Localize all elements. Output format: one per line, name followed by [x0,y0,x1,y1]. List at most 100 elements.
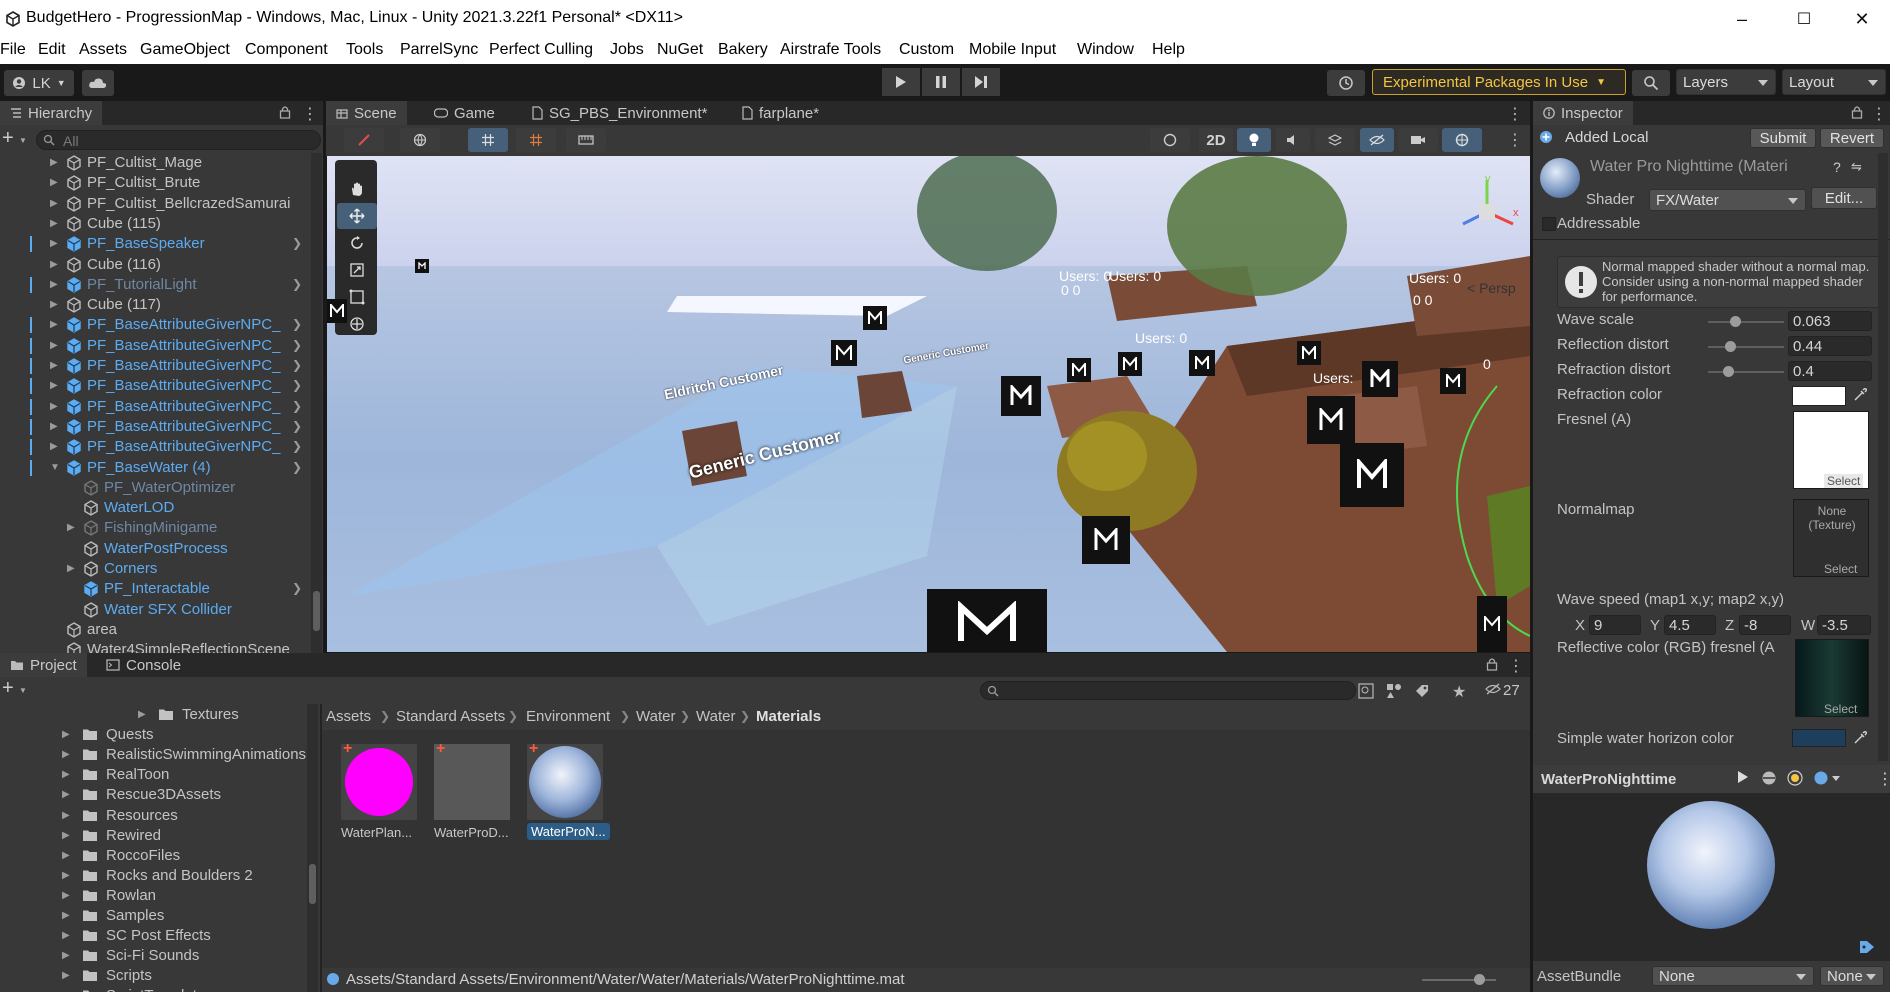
tab-console[interactable]: Console [96,653,191,677]
breadcrumb-water[interactable]: Water [636,708,675,725]
foldout-collapsed-icon[interactable]: ▶ [62,890,70,901]
gizmo-globe-button[interactable] [400,128,440,152]
eyedropper-icon[interactable] [1853,731,1867,745]
search-by-type-icon[interactable] [1358,683,1374,699]
foldout-collapsed-icon[interactable]: ▶ [62,749,70,760]
hierarchy-item[interactable]: ▶ PF_BaseAttributeGiverNPC_ ❯ [0,397,323,417]
chevron-down-icon[interactable]: ▼ [19,686,27,695]
add-icon[interactable]: + [2,127,14,150]
fresnel-texture-slot[interactable]: Select [1793,411,1869,489]
foldout-expanded-icon[interactable]: ▼ [50,462,60,473]
tab-sg-pbs-environment[interactable]: SG_PBS_Environment* [521,101,717,125]
hierarchy-item[interactable]: ▶ PF_BaseAttributeGiverNPC_ ❯ [0,376,323,396]
menu-parrelsync[interactable]: ParrelSync [400,41,478,59]
folder-tree-item[interactable]: ▶ SC Post Effects [0,926,320,946]
play-icon[interactable] [1737,770,1749,784]
lighting-button[interactable] [1237,128,1271,152]
select-button[interactable]: Select [1824,474,1864,488]
foldout-collapsed-icon[interactable]: ▶ [67,563,75,574]
menu-component[interactable]: Component [245,41,328,59]
orientation-gizmo[interactable]: y x [1447,172,1527,252]
panel-menu-icon[interactable]: ⋮ [1871,104,1887,124]
hand-tool-button[interactable] [337,176,377,202]
lock-icon[interactable] [279,105,291,119]
menu-nuget[interactable]: NuGet [657,41,703,59]
tag-icon[interactable] [1859,940,1875,954]
hierarchy-item[interactable]: ▶ Corners [0,559,323,579]
filter-type-icon[interactable] [1386,683,1402,699]
wave-speed-y-field[interactable]: 4.5 [1664,615,1716,635]
transform-tool-button[interactable] [337,311,377,337]
hierarchy-item[interactable]: ▶ PF_TutorialLight ❯ [0,275,323,295]
help-icon[interactable]: ? [1833,159,1841,175]
open-prefab-chevron-icon[interactable]: ❯ [292,581,302,595]
foldout-collapsed-icon[interactable]: ▶ [50,401,58,412]
hierarchy-item[interactable]: ▶ FishingMinigame [0,518,323,538]
foldout-collapsed-icon[interactable]: ▶ [62,729,70,740]
menu-window[interactable]: Window [1077,41,1134,59]
folder-tree-item[interactable]: ▶ RealisticSwimmingAnimations [0,745,320,765]
chevron-down-icon[interactable]: ▼ [19,136,27,145]
open-prefab-chevron-icon[interactable]: ❯ [292,277,302,291]
scale-tool-button[interactable] [337,257,377,283]
hierarchy-item[interactable]: WaterPostProcess [0,539,323,559]
wave-speed-x-field[interactable]: 9 [1589,615,1641,635]
hidden-objects-button[interactable] [1360,128,1394,152]
hierarchy-item[interactable]: ▶ Cube (116) [0,255,323,275]
snap-increment-button[interactable] [516,128,556,152]
account-button[interactable]: LK ▼ [4,70,74,96]
open-prefab-chevron-icon[interactable]: ❯ [292,338,302,352]
foldout-collapsed-icon[interactable]: ▶ [62,870,70,881]
asset-label[interactable]: WaterPlan... [341,825,421,840]
breadcrumb-water-sub[interactable]: Water [696,708,735,725]
revert-button[interactable]: Revert [1820,128,1884,148]
pause-button[interactable] [922,68,960,96]
panel-menu-icon[interactable]: ⋮ [302,104,318,124]
menu-edit[interactable]: Edit [38,41,66,59]
hierarchy-item[interactable]: ▶ PF_BaseAttributeGiverNPC_ ❯ [0,336,323,356]
tab-farplane[interactable]: farplane* [731,101,829,125]
maximize-button[interactable]: ☐ [1784,5,1824,33]
hierarchy-item[interactable]: ▶ PF_BaseAttributeGiverNPC_ ❯ [0,417,323,437]
folder-tree-item[interactable]: ▶ Samples [0,906,320,926]
open-prefab-chevron-icon[interactable]: ❯ [292,317,302,331]
open-prefab-chevron-icon[interactable]: ❯ [292,439,302,453]
lock-icon[interactable] [1486,657,1498,671]
folder-tree-item[interactable]: ▶ScriptTemplates [0,986,320,992]
folder-tree-item[interactable]: ▶ Quests [0,725,320,745]
hierarchy-item[interactable]: ▶ PF_BaseAttributeGiverNPC_ ❯ [0,315,323,335]
foldout-collapsed-icon[interactable]: ▶ [50,157,58,168]
menu-custom[interactable]: Custom [899,41,954,59]
foldout-collapsed-icon[interactable]: ▶ [50,380,58,391]
asset-thumbnail[interactable]: + [434,740,510,820]
menu-bakery[interactable]: Bakery [718,41,768,59]
folder-tree-item[interactable]: ▶ Textures [0,705,320,725]
hierarchy-item[interactable]: ▶ Cube (117) [0,295,323,315]
foldout-collapsed-icon[interactable]: ▶ [50,218,58,229]
mode-2d-button[interactable]: 2D [1199,128,1233,152]
close-button[interactable]: ✕ [1842,5,1882,33]
foldout-collapsed-icon[interactable]: ▶ [50,441,58,452]
foldout-collapsed-icon[interactable]: ▶ [50,279,58,290]
wave-speed-z-field[interactable]: -8 [1739,615,1791,635]
foldout-collapsed-icon[interactable]: ▶ [62,789,70,800]
open-prefab-chevron-icon[interactable]: ❯ [292,460,302,474]
sphere-icon[interactable] [1761,770,1777,786]
open-prefab-chevron-icon[interactable]: ❯ [292,419,302,433]
wave-speed-w-field[interactable]: -3.5 [1817,615,1871,635]
tab-inspector[interactable]: Inspector [1533,101,1633,125]
hierarchy-item[interactable]: ▶ Cube (115) [0,214,323,234]
history-button[interactable] [1327,70,1365,96]
addressable-checkbox[interactable] [1542,217,1556,231]
foldout-collapsed-icon[interactable]: ▶ [50,177,58,188]
breadcrumb-materials[interactable]: Materials [756,708,821,725]
reflective-color-texture-slot[interactable]: Select [1795,639,1869,717]
asset-thumbnail[interactable]: + [341,740,417,820]
search-button[interactable] [1632,70,1670,96]
hierarchy-item[interactable]: WaterLOD [0,498,323,518]
foldout-collapsed-icon[interactable]: ▶ [67,522,75,533]
breadcrumb-assets[interactable]: Assets [326,708,371,725]
preview-menu-icon[interactable]: ⋮ [1877,769,1890,789]
foldout-collapsed-icon[interactable]: ▶ [62,769,70,780]
foldout-collapsed-icon[interactable]: ▶ [50,259,58,270]
